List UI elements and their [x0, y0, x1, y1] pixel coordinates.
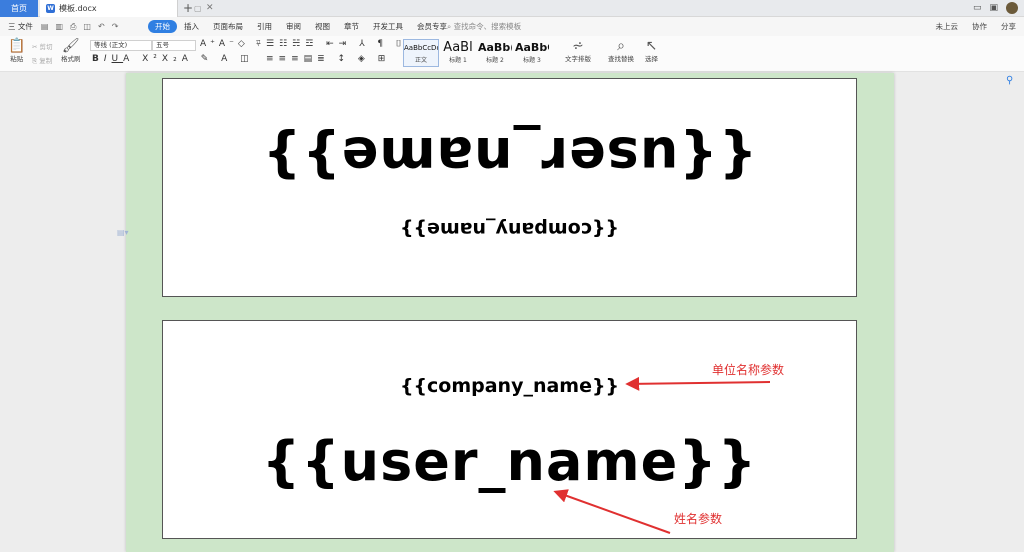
annotation-arrows: [553, 376, 771, 534]
company-arrow: [625, 376, 771, 391]
user-arrow: [553, 489, 671, 534]
